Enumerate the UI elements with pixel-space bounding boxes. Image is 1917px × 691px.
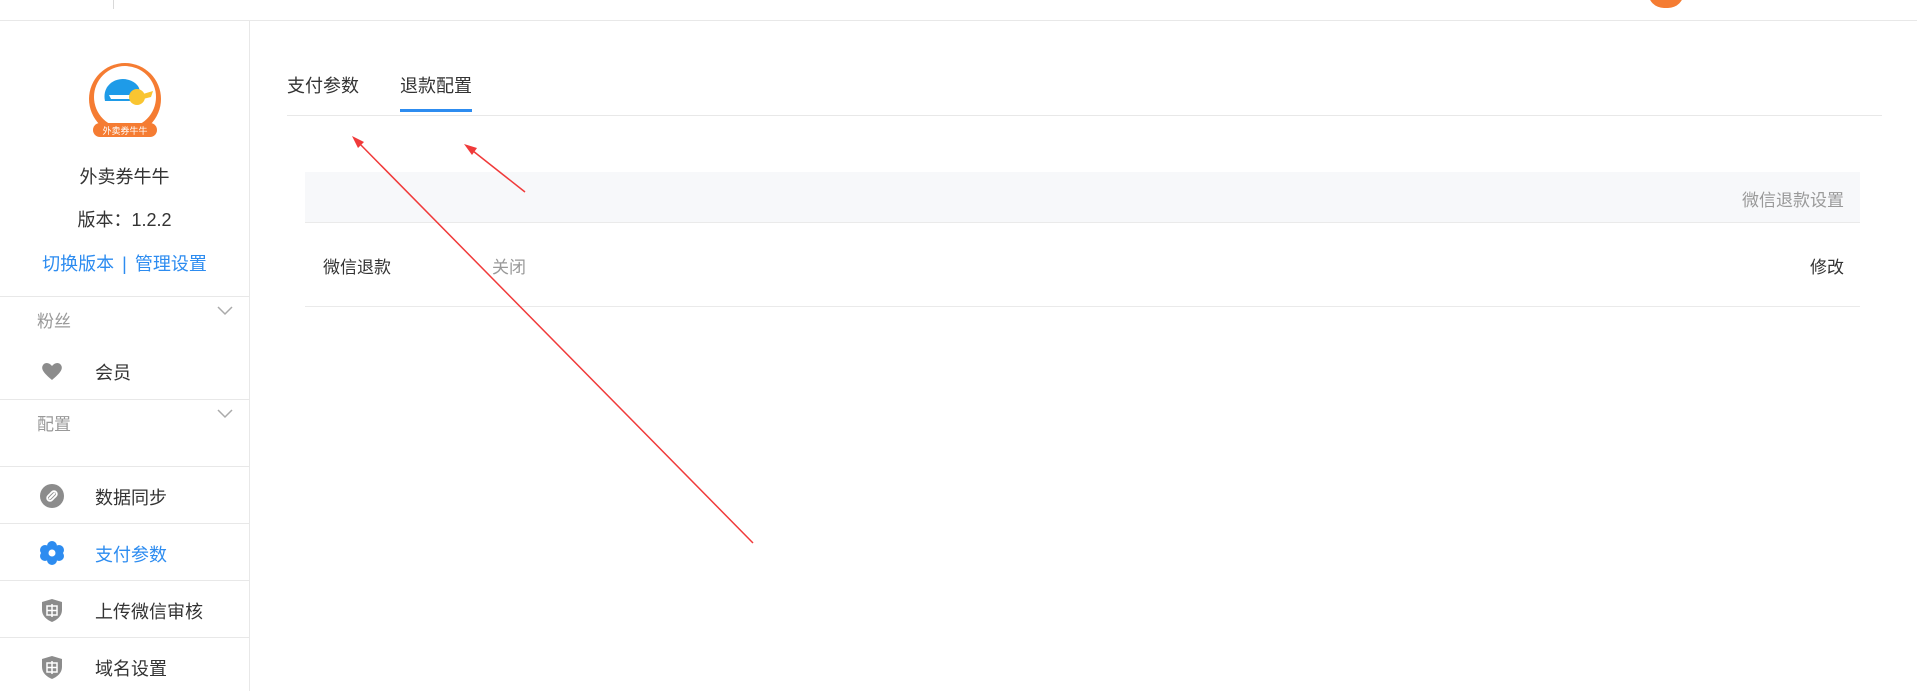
sidebar-group-label: 粉丝: [37, 312, 71, 331]
link-separator: |: [122, 254, 127, 274]
app-version: 版本：1.2.2: [77, 210, 172, 230]
panel-title: 微信退款设置: [1742, 191, 1844, 210]
tab-payment-params[interactable]: 支付参数: [287, 72, 359, 112]
row-value: 关闭: [492, 258, 526, 277]
refund-settings-panel: 微信退款设置 微信退款 关闭 修改: [305, 172, 1860, 307]
row-key: 微信退款: [323, 258, 391, 277]
heart-icon: [42, 363, 62, 380]
edit-button[interactable]: 修改: [1810, 253, 1844, 278]
sidebar-item-data-sync[interactable]: 数据同步: [0, 466, 249, 523]
panel-header: 微信退款设置: [305, 172, 1860, 223]
link-icon: [40, 484, 64, 508]
sidebar-item-label: 域名设置: [95, 659, 167, 679]
top-bar-divider: [113, 0, 114, 9]
shield-review-icon: [42, 599, 62, 622]
sidebar: 外卖券牛牛 外卖券牛牛 版本：1.2.2 切换版本 | 管理设置 粉丝 会员 配置: [0, 21, 250, 691]
main-content: 支付参数 退款配置 微信退款设置 微信退款 关闭 修改: [250, 21, 1917, 691]
sidebar-item-wechat-review[interactable]: 上传微信审核: [0, 580, 249, 637]
user-avatar[interactable]: [1648, 0, 1684, 8]
chevron-down-icon: [217, 409, 233, 419]
version-links: 切换版本 | 管理设置: [0, 250, 249, 276]
sidebar-group-label: 配置: [37, 415, 71, 434]
sidebar-item-payment-params[interactable]: 支付参数: [0, 523, 249, 580]
manage-settings-link[interactable]: 管理设置: [135, 254, 207, 274]
sidebar-item-label: 会员: [95, 363, 131, 383]
sidebar-item-domain-settings[interactable]: 域名设置: [0, 637, 249, 691]
sidebar-item-members[interactable]: 会员: [0, 342, 249, 398]
top-bar: [0, 0, 1917, 21]
table-row: 微信退款 关闭 修改: [305, 223, 1860, 307]
page: 外卖券牛牛 外卖券牛牛 版本：1.2.2 切换版本 | 管理设置 粉丝 会员 配置: [0, 0, 1917, 691]
flower-gear-icon: [40, 541, 64, 565]
sidebar-item-label: 上传微信审核: [95, 602, 203, 622]
sidebar-item-label: 支付参数: [95, 545, 167, 565]
sidebar-group-config[interactable]: 配置: [0, 399, 249, 446]
tab-bar: 支付参数 退款配置: [287, 61, 1882, 116]
app-logo: 外卖券牛牛: [87, 61, 163, 142]
app-name: 外卖券牛牛: [79, 167, 170, 187]
switch-version-link[interactable]: 切换版本: [42, 254, 114, 274]
logo-caption: 外卖券牛牛: [102, 125, 147, 137]
shield-review-icon: [42, 656, 62, 679]
sidebar-group-fans[interactable]: 粉丝: [0, 296, 249, 343]
tab-refund-config[interactable]: 退款配置: [400, 72, 472, 112]
chevron-down-icon: [217, 306, 233, 316]
sidebar-item-label: 数据同步: [95, 488, 167, 508]
